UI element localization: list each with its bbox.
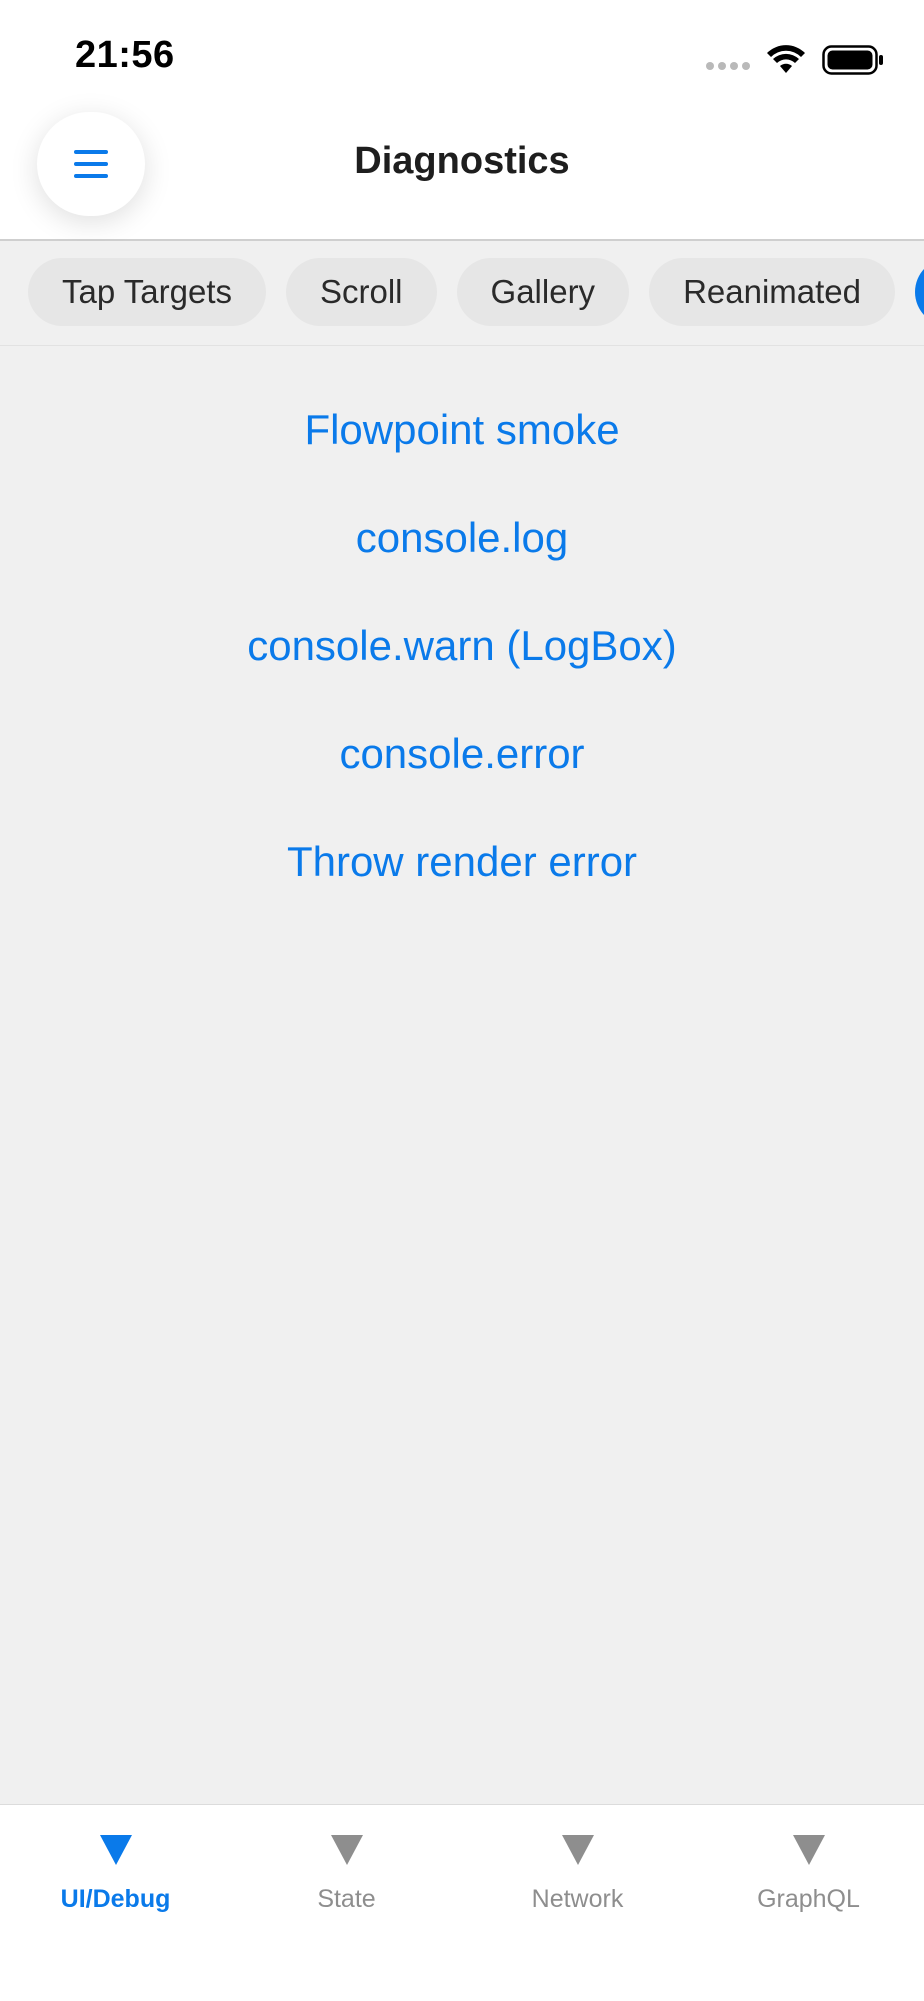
tab-label: GraphQL xyxy=(757,1885,860,1913)
status-bar: 21:56 xyxy=(0,0,924,110)
wifi-icon xyxy=(767,45,805,73)
triangle-down-icon xyxy=(561,1835,594,1865)
chip-reanimated[interactable]: Reanimated xyxy=(649,258,896,326)
console-error-button[interactable]: console.error xyxy=(0,724,924,832)
status-time: 21:56 xyxy=(75,34,175,76)
battery-icon xyxy=(822,45,883,75)
tab-label: UI/Debug xyxy=(60,1885,171,1913)
status-icons xyxy=(706,40,884,80)
chip-partially-visible[interactable] xyxy=(915,258,924,326)
flowpoint-smoke-button[interactable]: Flowpoint smoke xyxy=(0,400,924,508)
tab-label: Network xyxy=(531,1885,624,1913)
chip-row: Tap Targets Scroll Gallery Reanimated xyxy=(28,258,924,326)
tab-network[interactable]: Network xyxy=(462,1829,693,1939)
triangle-down-icon xyxy=(792,1835,825,1865)
chip-gallery[interactable]: Gallery xyxy=(456,258,630,326)
tab-ui-debug[interactable]: UI/Debug xyxy=(0,1829,231,1939)
throw-render-error-button[interactable]: Throw render error xyxy=(0,832,924,940)
chip-tab-bar[interactable]: Tap Targets Scroll Gallery Reanimated xyxy=(0,241,924,346)
cellular-signal-icon xyxy=(706,62,750,70)
triangle-down-icon xyxy=(99,1835,132,1865)
header: Diagnostics xyxy=(0,110,924,241)
tab-graphql[interactable]: GraphQL xyxy=(693,1829,924,1939)
page-title: Diagnostics xyxy=(354,140,570,182)
triangle-down-icon xyxy=(330,1835,363,1865)
tab-label: State xyxy=(317,1885,376,1913)
console-warn-button[interactable]: console.warn (LogBox) xyxy=(0,616,924,724)
console-log-button[interactable]: console.log xyxy=(0,508,924,616)
chip-tap-targets[interactable]: Tap Targets xyxy=(28,258,266,326)
tab-state[interactable]: State xyxy=(231,1829,462,1939)
action-list: Flowpoint smoke console.log console.warn… xyxy=(0,400,924,940)
bottom-tab-bar: UI/Debug State Network GraphQL xyxy=(0,1804,924,2001)
chip-scroll[interactable]: Scroll xyxy=(286,258,437,326)
